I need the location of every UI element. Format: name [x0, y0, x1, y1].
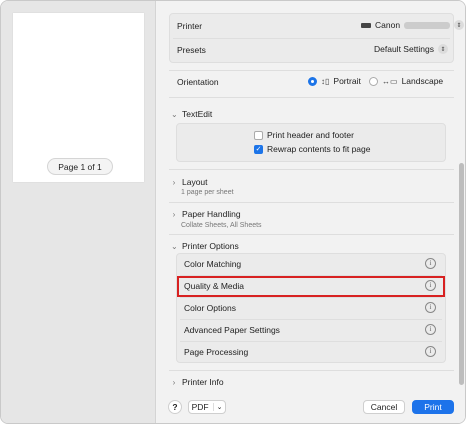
orientation-landscape-radio[interactable]: ↔▭ Landscape	[369, 76, 443, 86]
layout-subtitle: 1 page per sheet	[181, 189, 234, 196]
printer-options-section-header[interactable]: ⌄ Printer Options	[171, 241, 239, 251]
divider	[169, 202, 454, 203]
rewrap-contents-label: Rewrap contents to fit page	[267, 144, 371, 154]
paper-handling-subtitle: Collate Sheets, All Sheets	[181, 222, 262, 229]
radio-unselected-icon	[369, 76, 378, 86]
page-indicator: Page 1 of 1	[47, 158, 113, 175]
printer-options-title: Printer Options	[182, 241, 239, 251]
info-icon[interactable]: i	[425, 324, 436, 335]
presets-value: Default Settings	[374, 44, 435, 54]
pdf-label: PDF	[191, 402, 209, 412]
divider	[169, 234, 454, 235]
chevron-right-icon: ›	[172, 209, 176, 219]
info-icon[interactable]: i	[425, 346, 436, 357]
printer-select[interactable]: Canon ⇕	[361, 20, 465, 30]
layout-section-header[interactable]: › Layout	[171, 177, 208, 187]
chevron-right-icon: ›	[172, 177, 176, 187]
presets-label: Presets	[177, 45, 206, 55]
textedit-options-group	[176, 123, 446, 162]
layout-title: Layout	[182, 177, 208, 187]
checkbox-unchecked-icon	[254, 130, 263, 140]
print-header-footer-label: Print header and footer	[267, 130, 354, 140]
color-options-row[interactable]: Color Options i	[176, 297, 446, 319]
printer-info-section-header[interactable]: › Printer Info	[171, 377, 224, 387]
chevron-down-icon: ⌄	[171, 241, 178, 251]
updown-chevron-icon: ⇕	[454, 20, 465, 30]
radio-selected-icon	[308, 76, 317, 86]
pdf-button[interactable]: PDF ⌄	[188, 400, 226, 414]
scrollbar[interactable]	[459, 163, 464, 385]
divider	[173, 38, 450, 39]
chevron-right-icon: ›	[172, 377, 176, 387]
divider	[169, 70, 454, 71]
cancel-label: Cancel	[370, 402, 398, 412]
chevron-down-icon: ⌄	[212, 403, 222, 411]
landscape-label: Landscape	[401, 76, 444, 86]
print-dialog: Page 1 of 1 Printer Canon ⇕ Presets Defa…	[0, 0, 466, 424]
print-button[interactable]: Print	[412, 400, 454, 414]
advanced-paper-settings-label: Advanced Paper Settings	[184, 325, 280, 335]
print-label: Print	[424, 402, 442, 412]
rewrap-contents-checkbox[interactable]: ✓ Rewrap contents to fit page	[254, 144, 370, 154]
page-processing-row[interactable]: Page Processing i	[176, 341, 446, 363]
landscape-orientation-icon: ↔▭	[382, 76, 398, 86]
cancel-button[interactable]: Cancel	[363, 400, 405, 414]
portrait-orientation-icon: ↕▯	[321, 76, 330, 86]
info-icon[interactable]: i	[425, 258, 436, 269]
orientation-portrait-radio[interactable]: ↕▯ Portrait	[308, 76, 361, 86]
orientation-label: Orientation	[177, 77, 219, 87]
info-icon[interactable]: i	[425, 302, 436, 313]
textedit-title: TextEdit	[182, 109, 213, 119]
updown-chevron-icon: ⇕	[438, 44, 449, 54]
paper-handling-title: Paper Handling	[182, 209, 241, 219]
checkbox-checked-icon: ✓	[254, 144, 263, 154]
help-button[interactable]: ?	[168, 400, 182, 414]
color-matching-row[interactable]: Color Matching i	[176, 253, 446, 275]
chevron-down-icon: ⌄	[171, 109, 178, 119]
printer-info-title: Printer Info	[182, 377, 224, 387]
printer-name-redacted	[404, 21, 451, 29]
preview-pane: Page 1 of 1	[1, 1, 156, 423]
divider	[169, 169, 454, 170]
divider	[169, 97, 454, 98]
advanced-paper-settings-row[interactable]: Advanced Paper Settings i	[176, 319, 446, 341]
portrait-label: Portrait	[333, 76, 361, 86]
textedit-section-header[interactable]: ⌄ TextEdit	[171, 109, 212, 119]
printer-value: Canon	[375, 20, 401, 30]
print-header-footer-checkbox[interactable]: Print header and footer	[254, 130, 354, 140]
divider	[169, 370, 454, 371]
quality-media-highlight	[177, 276, 445, 297]
page-preview	[13, 13, 144, 182]
color-matching-label: Color Matching	[184, 259, 242, 269]
presets-select[interactable]: Default Settings ⇕	[374, 44, 449, 54]
help-label: ?	[172, 402, 178, 412]
page-processing-label: Page Processing	[184, 347, 249, 357]
printer-icon	[361, 22, 371, 28]
color-options-label: Color Options	[184, 303, 236, 313]
paper-handling-section-header[interactable]: › Paper Handling	[171, 209, 241, 219]
printer-label: Printer	[177, 21, 203, 31]
